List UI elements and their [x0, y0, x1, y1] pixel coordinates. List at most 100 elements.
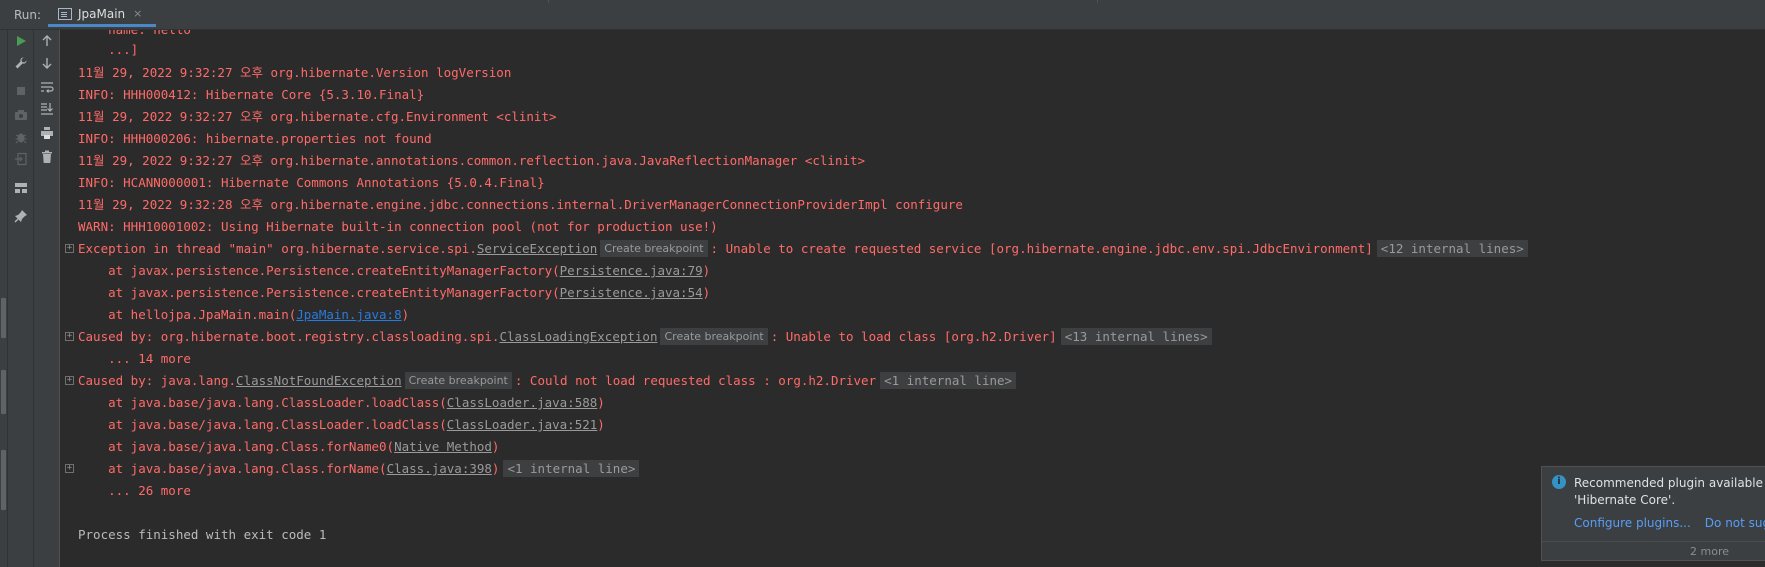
- stack-frame-text: at javax.persistence.Persistence.createE…: [78, 285, 560, 300]
- console-line: 11월 29, 2022 9:32:27 오후 org.hibernate.cf…: [78, 109, 557, 124]
- settings-button[interactable]: [13, 55, 29, 71]
- stack-frame-line: at javax.persistence.Persistence.createE…: [78, 283, 710, 303]
- internal-lines-fold[interactable]: <13 internal lines>: [1060, 328, 1212, 345]
- fold-expand-icon[interactable]: +: [65, 244, 74, 253]
- tab-label: JpaMain: [78, 6, 126, 21]
- bug-icon: [14, 130, 28, 144]
- process-finished-line: Process finished with exit code 1: [78, 527, 327, 542]
- console-line: 11월 29, 2022 9:32:27 오후 org.hibernate.an…: [78, 153, 866, 168]
- scroll-to-end-button[interactable]: [39, 101, 55, 117]
- console-line: 11월 29, 2022 9:32:28 오후 org.hibernate.en…: [78, 197, 963, 212]
- console-line: ... 14 more: [78, 351, 191, 366]
- more-notifications-link[interactable]: 2 more: [1690, 545, 1729, 558]
- camera-icon: [14, 109, 28, 121]
- layout-icon: [14, 182, 28, 194]
- source-link[interactable]: Persistence.java:54: [560, 285, 703, 300]
- console-line: WARN: HHH10001002: Using Hibernate built…: [78, 219, 718, 234]
- source-link[interactable]: Class.java:398: [387, 461, 492, 476]
- exception-class-link[interactable]: ServiceException: [477, 241, 597, 256]
- stack-frame-text: at java.base/java.lang.ClassLoader.loadC…: [78, 395, 447, 410]
- notification-divider: [1542, 541, 1765, 542]
- exception-message: : Could not load requested class : org.h…: [514, 373, 877, 388]
- side-stripe: [0, 30, 8, 567]
- print-button[interactable]: [39, 125, 55, 141]
- source-link[interactable]: ClassLoader.java:588: [447, 395, 598, 410]
- source-link[interactable]: ClassLoader.java:521: [447, 417, 598, 432]
- structure-tab-marker[interactable]: [1, 298, 6, 338]
- run-toolbar: [8, 30, 34, 567]
- create-breakpoint-button[interactable]: Create breakpoint: [600, 240, 708, 257]
- do-not-suggest-link[interactable]: Do not sugge: [1705, 516, 1765, 530]
- next-occurrence-button[interactable]: [39, 55, 55, 71]
- console-toolbar: [34, 30, 60, 567]
- source-link[interactable]: JpaMain.java:8: [296, 307, 401, 322]
- rerun-button[interactable]: [13, 33, 29, 49]
- fold-expand-icon[interactable]: +: [65, 376, 74, 385]
- source-link[interactable]: Native Method: [394, 439, 492, 454]
- stack-frame-close: ): [597, 417, 605, 432]
- console-line: ... 26 more: [78, 483, 191, 498]
- exception-message: : Unable to load class [org.h2.Driver]: [770, 329, 1057, 344]
- console-line: name: hello: [78, 30, 191, 40]
- stack-frame-line: at java.base/java.lang.Class.forName(Cla…: [78, 459, 640, 479]
- notification-title-line: 'Hibernate Core'.: [1574, 493, 1676, 507]
- exception-text: Exception in thread "main" org.hibernate…: [78, 241, 477, 256]
- notification-actions: Configure plugins... Do not sugge: [1574, 516, 1765, 530]
- stack-frame-text: at javax.persistence.Persistence.createE…: [78, 263, 560, 278]
- exit-button[interactable]: [13, 151, 29, 167]
- caused-by-line: Caused by: java.lang.ClassNotFoundExcept…: [78, 371, 1017, 391]
- layout-button[interactable]: [13, 180, 29, 196]
- close-icon[interactable]: ×: [133, 7, 142, 20]
- application-icon: [58, 7, 72, 20]
- pin-tab-button[interactable]: [13, 208, 29, 224]
- exception-text: Caused by: org.hibernate.boot.registry.c…: [78, 329, 500, 344]
- stack-frame-text: at java.base/java.lang.ClassLoader.loadC…: [78, 417, 447, 432]
- notification-title-line: Recommended plugin available for: [1574, 476, 1765, 490]
- tab-jpamain[interactable]: JpaMain ×: [48, 3, 157, 27]
- scroll-to-end-icon: [40, 102, 54, 116]
- arrow-down-icon: [41, 57, 53, 69]
- run-tool-window: Run: JpaMain × ...] 11월 29, 2022 9:32:27…: [0, 0, 1765, 567]
- arrow-up-icon: [41, 35, 53, 47]
- stack-frame-line: at java.base/java.lang.ClassLoader.loadC…: [78, 415, 605, 435]
- console-line: 11월 29, 2022 9:32:27 오후 org.hibernate.Ve…: [78, 65, 512, 80]
- console-line: INFO: HHH000412: Hibernate Core {5.3.10.…: [78, 87, 425, 102]
- soft-wrap-icon: [40, 81, 54, 93]
- create-breakpoint-button[interactable]: Create breakpoint: [404, 372, 512, 389]
- jpa-structure-tab-marker[interactable]: [1, 450, 6, 510]
- soft-wrap-button[interactable]: [39, 79, 55, 95]
- fold-expand-icon[interactable]: +: [65, 464, 74, 473]
- clear-all-button[interactable]: [39, 149, 55, 165]
- console-output[interactable]: name: hello ...] 11월 29, 2022 9:32:27 오후…: [62, 30, 1765, 567]
- internal-lines-fold[interactable]: <12 internal lines>: [1376, 240, 1528, 257]
- stop-button[interactable]: [13, 83, 29, 99]
- favorites-tab-marker[interactable]: [1, 370, 6, 414]
- notification-title: Recommended plugin available for 'Hibern…: [1574, 475, 1765, 509]
- stack-frame-close: ): [702, 263, 711, 278]
- debug-button[interactable]: [13, 129, 29, 145]
- create-breakpoint-button[interactable]: Create breakpoint: [660, 328, 768, 345]
- exception-text: Caused by: java.lang.: [78, 373, 237, 388]
- stack-frame-line: at java.base/java.lang.Class.forName0(Na…: [78, 437, 499, 457]
- stack-frame-close: ): [702, 285, 711, 300]
- trash-icon: [41, 150, 53, 164]
- exception-message: : Unable to create requested service [or…: [710, 241, 1373, 256]
- fold-expand-icon[interactable]: +: [65, 332, 74, 341]
- stack-frame-text: at hellojpa.JpaMain.main(: [78, 307, 297, 322]
- configure-plugins-link[interactable]: Configure plugins...: [1574, 516, 1691, 530]
- previous-occurrence-button[interactable]: [39, 33, 55, 49]
- stack-frame-line: at hellojpa.JpaMain.main(JpaMain.java:8): [78, 305, 409, 325]
- internal-lines-fold[interactable]: <1 internal line>: [880, 372, 1017, 389]
- wrench-icon: [14, 56, 28, 70]
- exception-class-link[interactable]: ClassLoadingException: [499, 329, 657, 344]
- exit-icon: [14, 152, 28, 166]
- stop-icon: [15, 85, 27, 97]
- stack-frame-text: at java.base/java.lang.Class.forName0(: [78, 439, 395, 454]
- exception-class-link[interactable]: ClassNotFoundException: [236, 373, 402, 388]
- dump-threads-button[interactable]: [13, 107, 29, 123]
- source-link[interactable]: Persistence.java:79: [560, 263, 703, 278]
- internal-lines-fold[interactable]: <1 internal line>: [503, 460, 640, 477]
- stack-frame-close: ): [491, 439, 500, 454]
- run-label: Run:: [14, 8, 42, 22]
- run-header: Run: JpaMain ×: [0, 0, 1765, 30]
